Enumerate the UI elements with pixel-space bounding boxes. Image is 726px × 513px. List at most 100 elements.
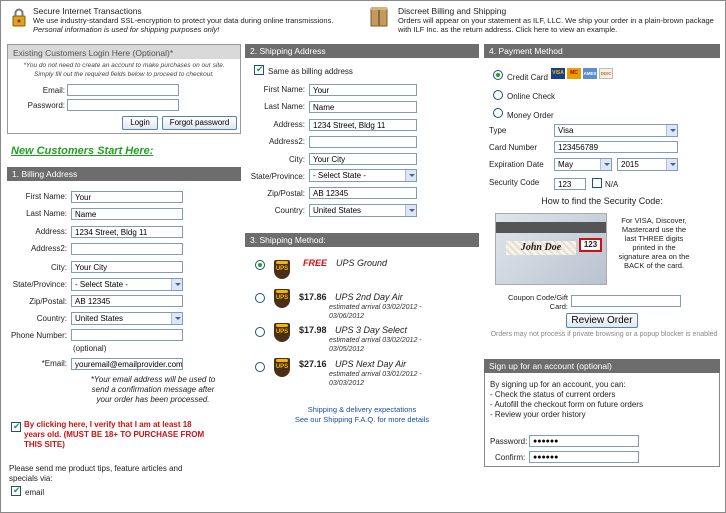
online-check-radio[interactable] (493, 90, 503, 100)
card-signature-strip: John Doe (506, 241, 576, 255)
secure-text: We use industry-standard SSL-encryption … (33, 16, 363, 34)
shipping-expectations-link[interactable]: Shipping & delivery expectations (245, 405, 479, 414)
arrival-line-2: 03/03/2012 (329, 380, 365, 387)
ups-logo-icon: UPS (274, 323, 290, 342)
card-code-box: 123 (579, 238, 602, 252)
ship-first-name-input[interactable]: Your (309, 84, 417, 96)
ship-city-input[interactable]: Your City (309, 153, 417, 165)
ups-logo-text: UPS (275, 266, 289, 272)
coupon-input[interactable] (571, 295, 681, 307)
exp-month-select[interactable]: May (554, 158, 612, 171)
card-type-select[interactable]: Visa (554, 124, 678, 137)
billing-first-name-label: First Name: (25, 192, 67, 201)
ship-option-arrival: estimated arrival 03/02/2012 - 03/05/2012 (329, 336, 422, 354)
signup-confirm-label: Confirm: (495, 453, 526, 462)
email-tips-checkbox[interactable] (11, 485, 21, 496)
ship-last-name-input[interactable]: Name (309, 101, 417, 113)
billing-state-label: State/Province: (12, 280, 67, 289)
signup-benefit-3: - Review your order history (490, 410, 586, 419)
billing-city-input[interactable]: Your City (71, 261, 183, 273)
billing-email-note: *Your email address will be used to send… (73, 375, 233, 405)
visa-icon: VISA (551, 68, 565, 79)
credit-card-radio[interactable] (493, 70, 503, 80)
coupon-label-line-1: Coupon Code/Gift (507, 293, 568, 302)
arrival-line-1: estimated arrival 03/01/2012 - (329, 371, 422, 378)
billing-state-select[interactable]: - Select State - (71, 278, 183, 291)
ship-option-price: $17.98 (299, 325, 327, 335)
ship-option-price: FREE (303, 258, 328, 268)
shipping-faq-link[interactable]: See our Shipping F.A.Q. for more details (245, 415, 479, 424)
arrival-line-1: estimated arrival 03/02/2012 - (329, 337, 422, 344)
ship-zip-input[interactable]: AB 12345 (309, 187, 417, 199)
chevron-down-icon (171, 279, 182, 290)
age-text-line-1: By clicking here, I verify that I am at … (24, 420, 192, 429)
secure-text-italic: Personal information is used for shippin… (33, 25, 220, 34)
exp-year-select[interactable]: 2015 (617, 158, 678, 171)
review-order-button[interactable]: Review Order (566, 313, 638, 328)
card-number-label: Card Number (489, 143, 538, 152)
card-type-value: Visa (558, 126, 574, 135)
billing-phone-note: (optional) (73, 344, 107, 353)
billing-last-name-input[interactable]: Name (71, 208, 183, 220)
ship-option-radio-3day[interactable] (255, 327, 265, 337)
login-button[interactable]: Login (122, 116, 158, 130)
signup-confirm-input[interactable]: ●●●●●● (529, 451, 639, 463)
billing-header: 1. Billing Address (7, 167, 241, 181)
age-verify-checkbox[interactable] (11, 421, 21, 432)
package-icon (369, 6, 389, 28)
ship-option-radio-nextday[interactable] (255, 362, 265, 372)
payment-header: 4. Payment Method (484, 44, 720, 58)
chevron-down-icon (666, 125, 677, 136)
billing-phone-label: Phone Number: (10, 331, 67, 340)
card-number-input[interactable]: 123456789 (554, 141, 678, 153)
security-help-text: For VISA, Discover, Mastercard use the l… (618, 216, 690, 270)
exp-year-value: 2015 (621, 160, 639, 169)
ship-option-arrival: estimated arrival 03/01/2012 - 03/03/2012 (329, 370, 422, 388)
ship-country-label: Country: (274, 206, 305, 215)
login-note-2: Simply fill out the required fields belo… (34, 71, 214, 78)
coupon-label: Coupon Code/Gift Card: (484, 293, 568, 311)
billing-address2-input[interactable] (71, 243, 183, 255)
ship-address-input[interactable]: 1234 Street, Bldg 11 (309, 119, 417, 131)
email-tips-label: email (25, 488, 45, 497)
security-na-checkbox[interactable] (592, 178, 602, 188)
arrival-line-1: estimated arrival 03/02/2012 - (329, 304, 422, 311)
money-order-radio[interactable] (493, 108, 503, 118)
checkout-page: Secure Internet Transactions We use indu… (0, 0, 726, 513)
login-email-input[interactable] (67, 84, 179, 96)
billing-address2-label: Address2: (30, 244, 67, 253)
signup-password-input[interactable]: ●●●●●● (529, 435, 639, 447)
ship-country-select[interactable]: United States (309, 204, 417, 217)
billing-first-name-input[interactable]: Your (71, 191, 183, 203)
login-password-input[interactable] (67, 99, 179, 111)
ship-option-radio-ground[interactable] (255, 260, 265, 270)
billing-email-input[interactable]: youremail@emailprovider.com (71, 358, 183, 370)
ship-state-select[interactable]: - Select State - (309, 169, 417, 182)
forgot-password-button[interactable]: Forgot password (162, 116, 237, 130)
billing-address-input[interactable]: 1234 Street, Bldg 11 (71, 226, 183, 238)
ship-option-name: UPS 3 Day Select (335, 325, 408, 335)
age-verify-text: By clicking here, I verify that I am at … (24, 420, 239, 450)
chevron-down-icon (600, 159, 611, 170)
signup-benefit-2: - Autofill the checkout form on future o… (490, 400, 643, 409)
security-na-label: N/A (605, 180, 619, 189)
email-note-line-2: send a confirmation message after (91, 385, 215, 394)
ship-option-radio-2day[interactable] (255, 293, 265, 303)
same-as-billing-checkbox[interactable] (254, 64, 264, 75)
security-code-input[interactable]: 123 (554, 178, 586, 190)
billing-zip-input[interactable]: AB 12345 (71, 295, 183, 307)
ship-address2-input[interactable] (309, 136, 417, 148)
billing-state-value: - Select State - (75, 280, 128, 289)
login-header: Existing Customers Login Here (Optional)… (8, 45, 240, 59)
discover-icon: DISC (599, 68, 613, 79)
billing-country-select[interactable]: United States (71, 312, 183, 325)
chevron-down-icon (405, 170, 416, 181)
billing-zip-label: Zip/Postal: (29, 297, 67, 306)
billing-phone-input[interactable] (71, 329, 183, 341)
arrival-line-2: 03/05/2012 (329, 346, 365, 353)
shipping-method-header: 3. Shipping Method: (245, 233, 479, 247)
signup-intro: By signing up for an account, you can: (490, 380, 626, 389)
arrival-line-2: 03/06/2012 (329, 313, 365, 320)
billing-country-label: Country: (36, 314, 67, 323)
ship-last-name-label: Last Name: (264, 102, 305, 111)
